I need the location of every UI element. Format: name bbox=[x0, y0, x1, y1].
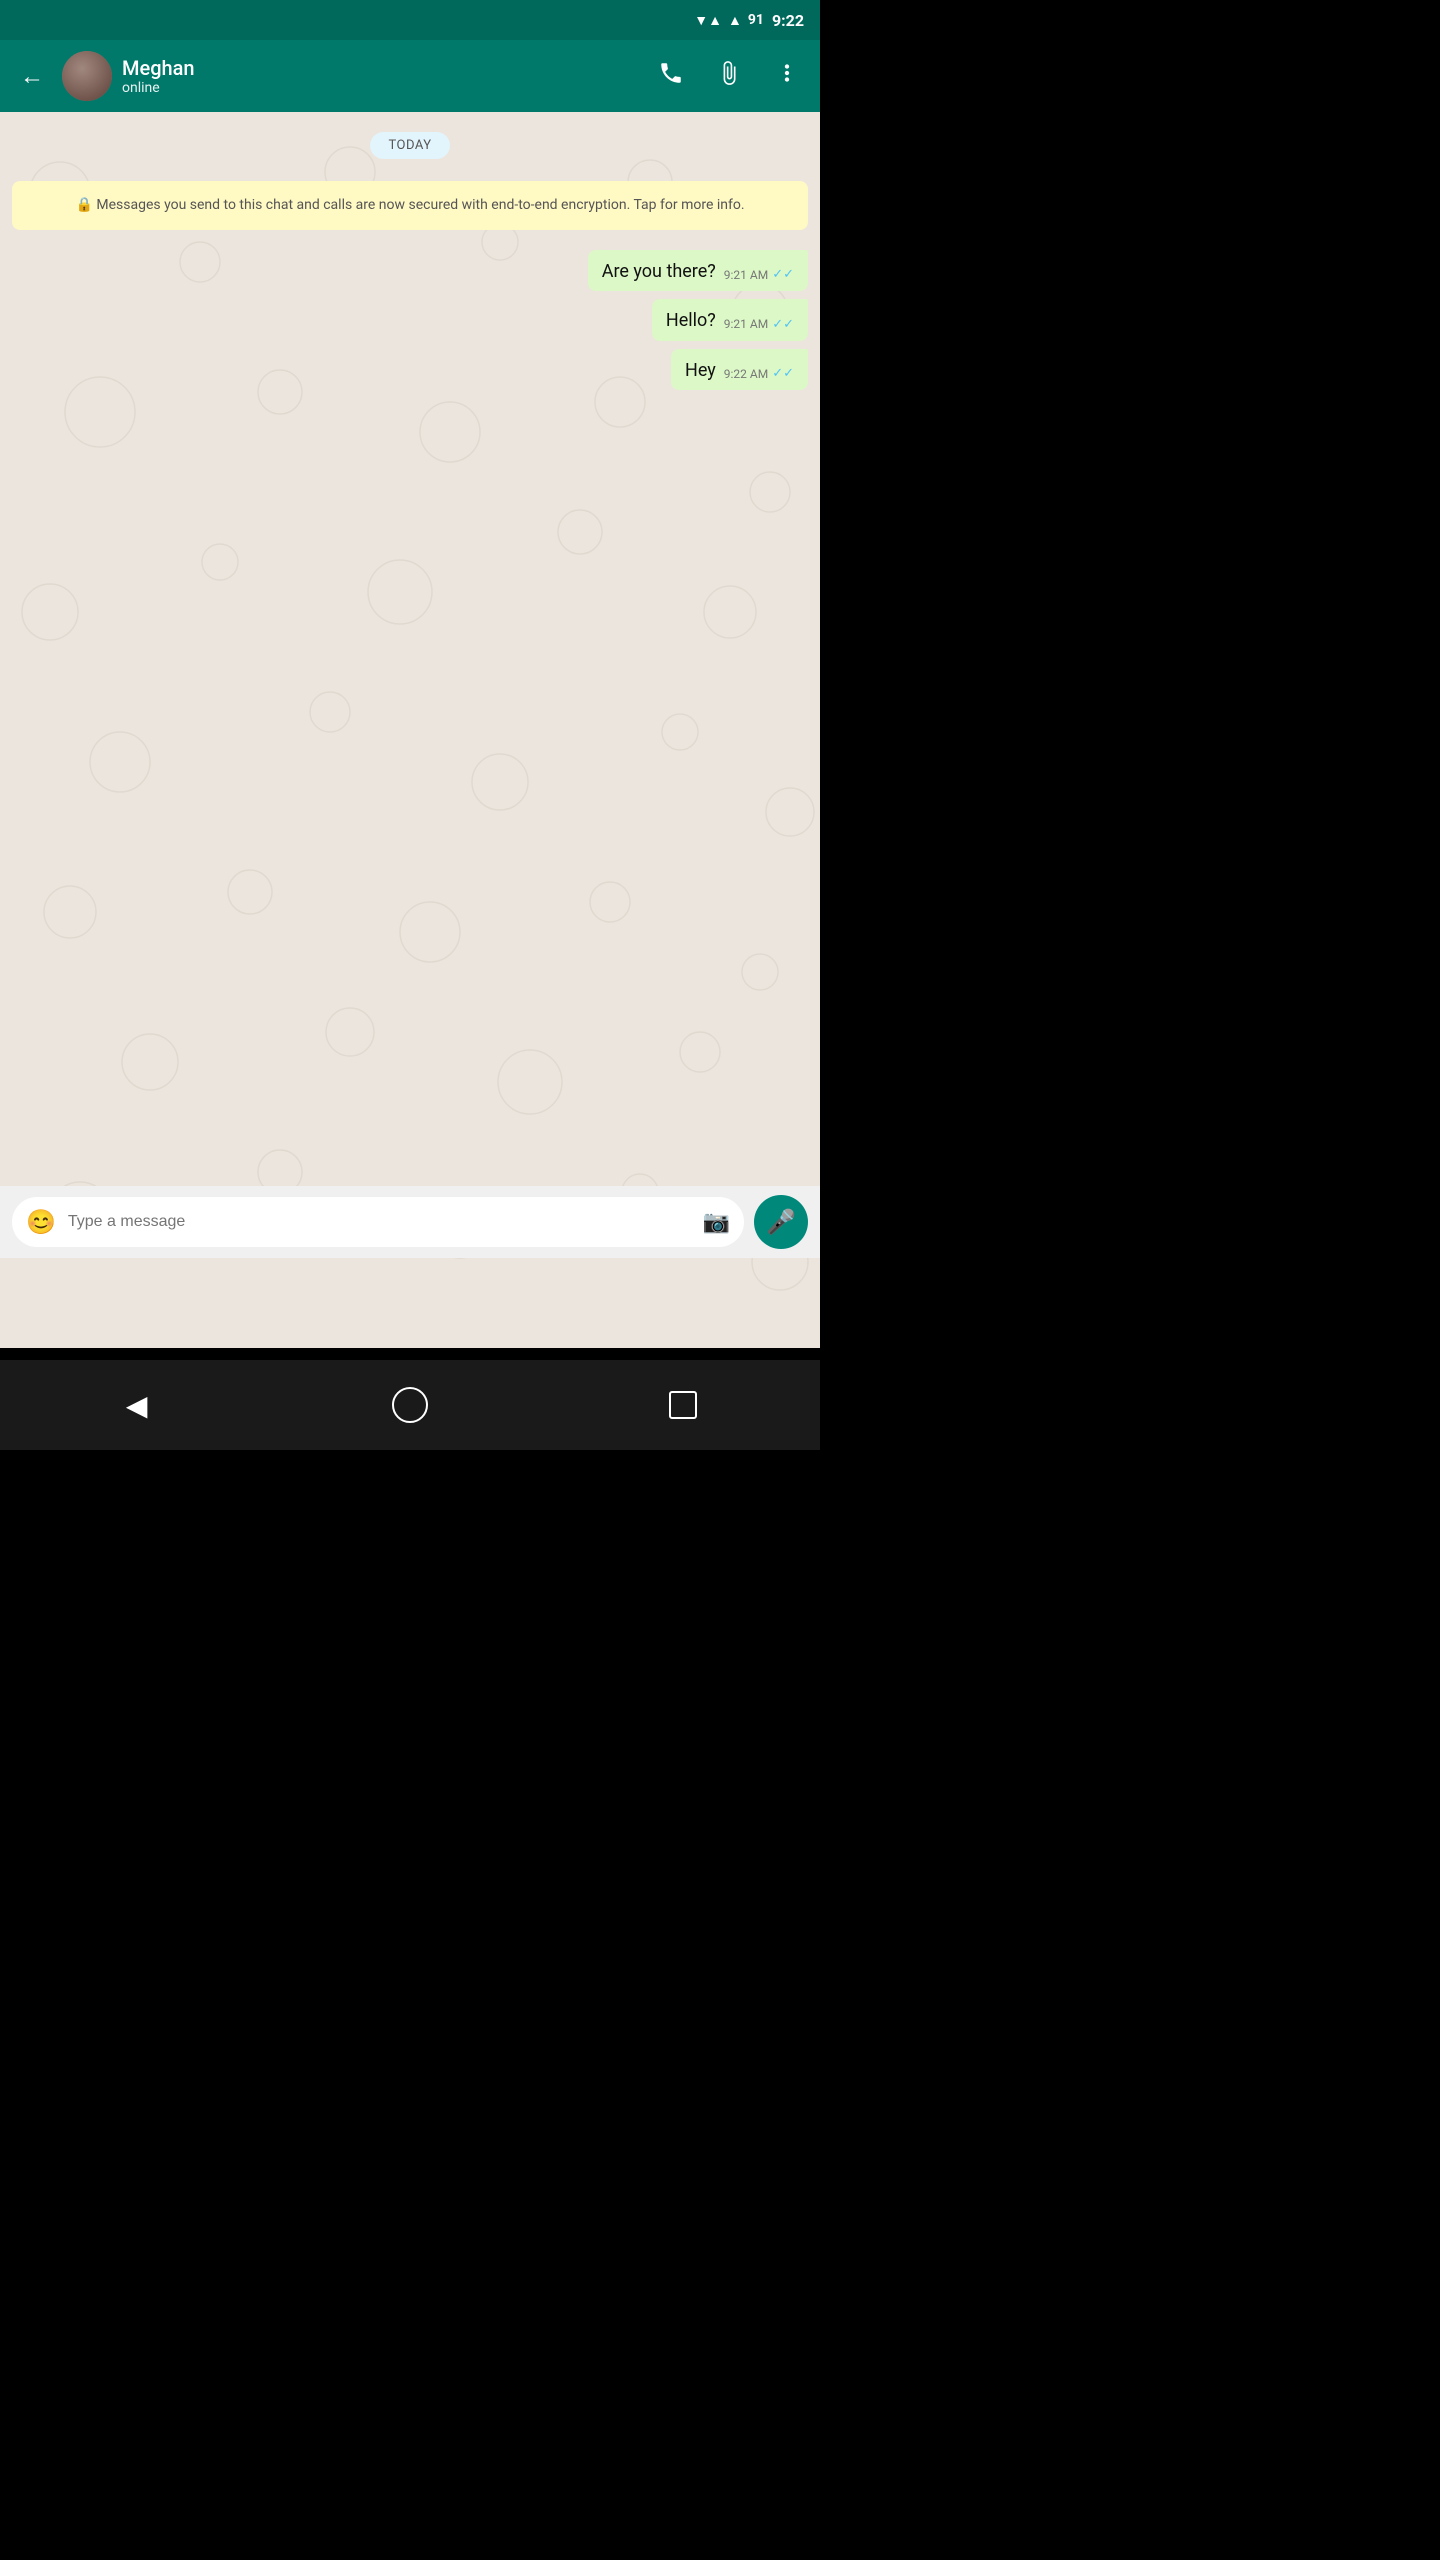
nav-home-button[interactable] bbox=[380, 1375, 440, 1435]
message-row: Hello? 9:21 AM ✓✓ bbox=[12, 299, 808, 340]
status-icons: ▼▲ ▲ 91 bbox=[694, 12, 764, 29]
chat-header: ← Meghan online bbox=[0, 40, 820, 112]
attach-button[interactable] bbox=[708, 52, 750, 100]
message-text: Hey bbox=[685, 359, 716, 382]
message-meta: 9:22 AM ✓✓ bbox=[724, 366, 794, 381]
message-time: 9:21 AM bbox=[724, 317, 768, 331]
contact-name: Meghan bbox=[122, 56, 640, 80]
message-row: Hey 9:22 AM ✓✓ bbox=[12, 349, 808, 390]
message-ticks: ✓✓ bbox=[772, 366, 794, 381]
message-input-box[interactable]: 😊 📷 bbox=[12, 1197, 744, 1247]
avatar-image bbox=[62, 51, 112, 101]
nav-recents-button[interactable] bbox=[653, 1375, 713, 1435]
message-time: 9:22 AM bbox=[724, 367, 768, 381]
back-button[interactable]: ← bbox=[12, 54, 52, 99]
date-badge: TODAY bbox=[370, 132, 449, 159]
message-bubble: Hello? 9:21 AM ✓✓ bbox=[652, 299, 808, 340]
battery-icon: 91 bbox=[748, 12, 764, 28]
recents-square-icon bbox=[669, 1391, 697, 1419]
call-button[interactable] bbox=[650, 52, 692, 100]
mic-button[interactable]: 🎤 bbox=[754, 1195, 808, 1249]
contact-info[interactable]: Meghan online bbox=[122, 56, 640, 96]
chat-container: TODAY 🔒 Messages you send to this chat a… bbox=[0, 112, 820, 1348]
camera-button[interactable]: 📷 bbox=[703, 1210, 730, 1235]
encryption-notice[interactable]: 🔒 Messages you send to this chat and cal… bbox=[12, 181, 808, 230]
message-bubble: Are you there? 9:21 AM ✓✓ bbox=[588, 250, 808, 291]
message-row: Are you there? 9:21 AM ✓✓ bbox=[12, 250, 808, 291]
nav-bar: ◀ bbox=[0, 1360, 820, 1450]
message-meta: 9:21 AM ✓✓ bbox=[724, 317, 794, 332]
status-time: 9:22 bbox=[772, 11, 804, 30]
messages-area: TODAY 🔒 Messages you send to this chat a… bbox=[0, 112, 820, 404]
message-ticks: ✓✓ bbox=[772, 317, 794, 332]
nav-back-button[interactable]: ◀ bbox=[107, 1375, 167, 1435]
message-ticks: ✓✓ bbox=[772, 267, 794, 282]
contact-status: online bbox=[122, 80, 640, 96]
back-nav-icon: ◀ bbox=[126, 1389, 148, 1422]
signal-icon: ▲ bbox=[728, 12, 742, 29]
message-bubble: Hey 9:22 AM ✓✓ bbox=[671, 349, 808, 390]
message-text: Hello? bbox=[666, 309, 716, 332]
status-bar: ▼▲ ▲ 91 9:22 bbox=[0, 0, 820, 40]
input-area: 😊 📷 🎤 bbox=[0, 1186, 820, 1258]
wifi-icon: ▼▲ bbox=[694, 12, 722, 29]
message-text: Are you there? bbox=[602, 260, 716, 283]
emoji-button[interactable]: 😊 bbox=[26, 1208, 56, 1236]
home-circle-icon bbox=[392, 1387, 428, 1423]
menu-button[interactable] bbox=[766, 52, 808, 100]
message-meta: 9:21 AM ✓✓ bbox=[724, 267, 794, 282]
message-input[interactable] bbox=[68, 1213, 691, 1231]
message-time: 9:21 AM bbox=[724, 268, 768, 282]
contact-avatar[interactable] bbox=[62, 51, 112, 101]
mic-icon: 🎤 bbox=[766, 1208, 796, 1236]
header-actions bbox=[650, 52, 808, 100]
